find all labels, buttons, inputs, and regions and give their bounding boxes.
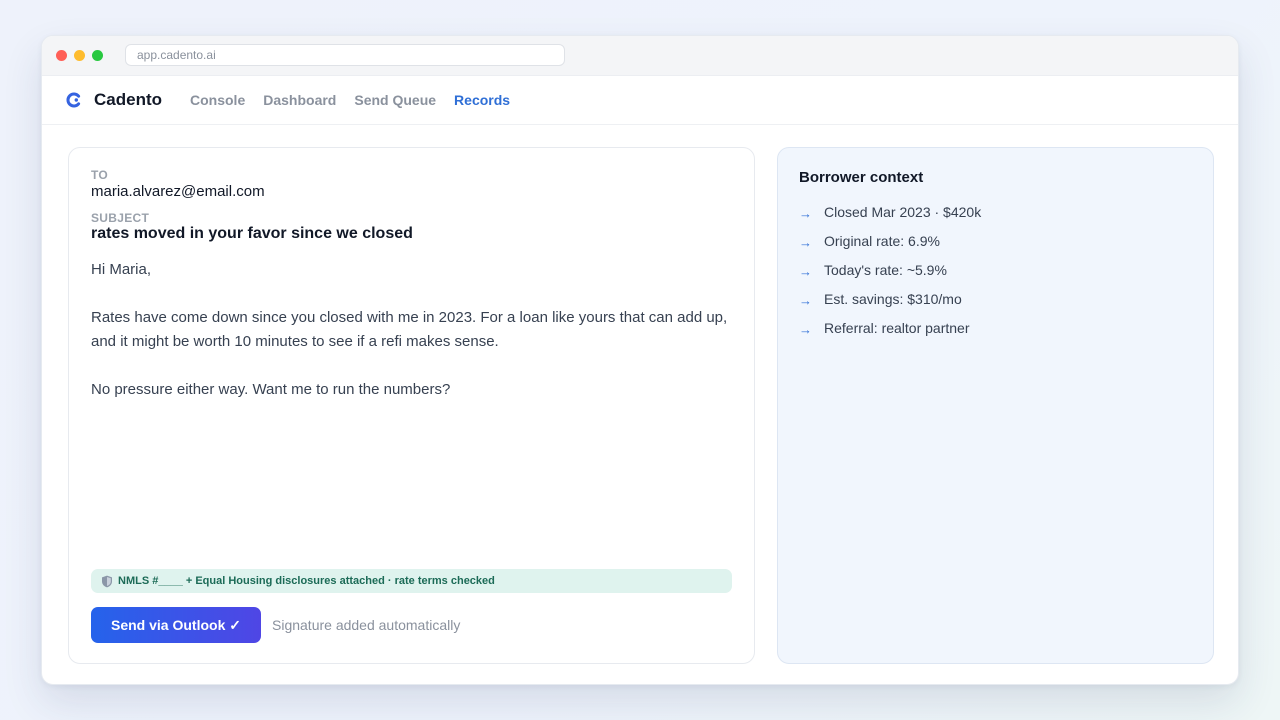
compliance-banner: NMLS #____ + Equal Housing disclosures a…: [91, 569, 732, 593]
subject-field[interactable]: rates moved in your favor since we close…: [91, 225, 413, 243]
nav-link-records[interactable]: Records: [454, 92, 510, 108]
borrower-context-panel: Borrower context → Closed Mar 2023 · $42…: [777, 147, 1214, 664]
maximize-window-button[interactable]: [92, 50, 103, 61]
borrower-context-list: → Closed Mar 2023 · $420k → Original rat…: [799, 197, 981, 342]
list-item: → Referral: realtor partner: [799, 313, 981, 342]
borrower-context-title: Borrower context: [799, 169, 924, 186]
to-label: TO: [91, 168, 109, 182]
email-draft-card: TO maria.alvarez@email.com SUBJECT rates…: [68, 147, 755, 664]
list-item: → Today's rate: ~5.9%: [799, 255, 981, 284]
minimize-window-button[interactable]: [74, 50, 85, 61]
shield-icon: [101, 575, 113, 588]
cadento-logo-icon: [66, 92, 82, 108]
email-greeting: Hi Maria,: [91, 261, 152, 278]
browser-window: app.cadento.ai Cadento Console Dashboard…: [41, 35, 1239, 685]
arrow-right-icon: →: [799, 234, 812, 250]
top-nav: Cadento Console Dashboard Send Queue Rec…: [42, 76, 1238, 125]
close-window-button[interactable]: [56, 50, 67, 61]
compliance-text: NMLS #____ + Equal Housing disclosures a…: [118, 575, 495, 587]
nav-link-console[interactable]: Console: [190, 92, 245, 108]
email-body[interactable]: Hi Maria, Rates have come down since you…: [91, 258, 736, 426]
subject-label: SUBJECT: [91, 211, 150, 225]
list-item: → Closed Mar 2023 · $420k: [799, 197, 981, 226]
nav-link-send-queue[interactable]: Send Queue: [354, 92, 436, 108]
list-item: → Original rate: 6.9%: [799, 226, 981, 255]
context-item-text: Est. savings: $310/mo: [824, 290, 962, 307]
address-bar[interactable]: app.cadento.ai: [125, 44, 565, 66]
signature-note: Signature added automatically: [272, 617, 461, 633]
send-via-outlook-button[interactable]: Send via Outlook ✓: [91, 607, 261, 643]
context-item-text: Referral: realtor partner: [824, 319, 970, 336]
context-item-text: Closed Mar 2023 · $420k: [824, 203, 982, 220]
email-paragraph-2: No pressure either way. Want me to run t…: [91, 381, 451, 398]
nav-link-dashboard[interactable]: Dashboard: [263, 92, 336, 108]
context-item-text: Today's rate: ~5.9%: [824, 261, 947, 278]
arrow-right-icon: →: [799, 263, 812, 279]
list-item: → Est. savings: $310/mo: [799, 284, 981, 313]
to-field[interactable]: maria.alvarez@email.com: [91, 183, 265, 200]
arrow-right-icon: →: [799, 292, 812, 308]
arrow-right-icon: →: [799, 205, 812, 221]
context-item-text: Original rate: 6.9%: [824, 232, 940, 249]
brand-name: Cadento: [94, 90, 162, 109]
arrow-right-icon: →: [799, 321, 812, 337]
email-paragraph-1: Rates have come down since you closed wi…: [91, 309, 728, 350]
browser-titlebar: app.cadento.ai: [42, 36, 1238, 76]
